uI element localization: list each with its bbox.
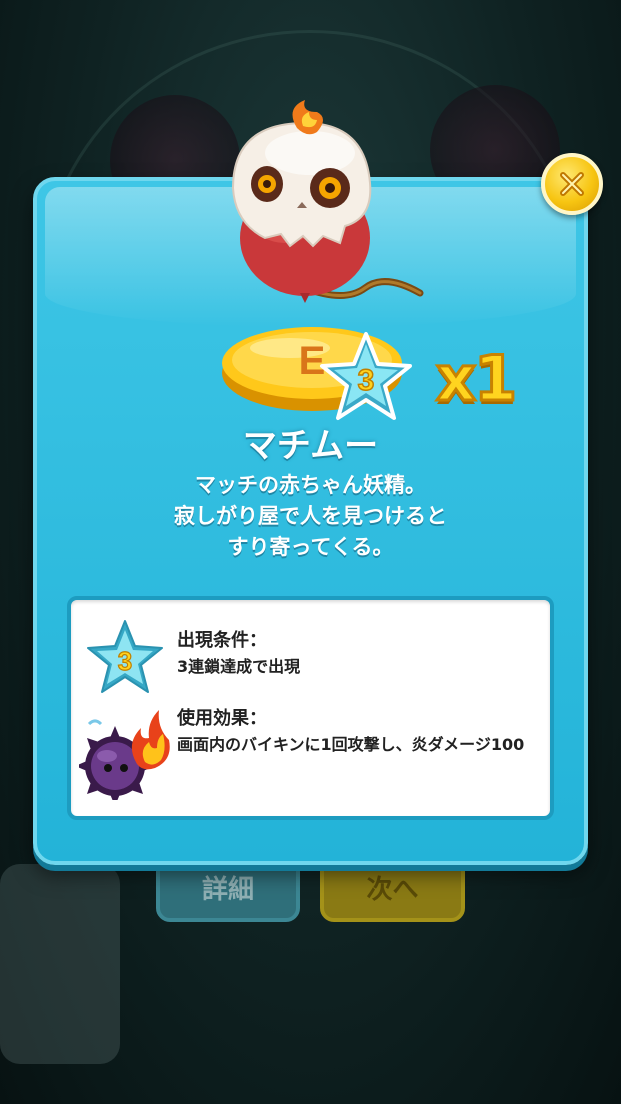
- info-box: 3 出現条件： 3連鎖達成で出現 使用効果： 画面内のバイキンに1回攻撃し、炎ダ…: [67, 596, 554, 820]
- description-line: すり寄ってくる。: [227, 535, 394, 559]
- appear-condition-text: 3連鎖達成で出現: [177, 657, 301, 676]
- background-tube: [0, 864, 120, 1064]
- effect-text: 画面内のバイキンに1回攻撃し、炎ダメージ100: [177, 735, 525, 754]
- condition-star-number: 3: [118, 646, 132, 676]
- character-name: マチムー: [242, 426, 379, 466]
- close-button[interactable]: [541, 153, 603, 215]
- effect-label: 使用効果：: [177, 708, 267, 729]
- character-description: マッチの赤ちゃん妖精。 寂しがり屋で人を見つけると すり寄ってくる。: [33, 470, 588, 563]
- count-label: x1: [435, 341, 519, 417]
- rank-star-icon: 3: [320, 332, 412, 420]
- germ-fire-icon: [79, 710, 170, 800]
- rank-number: 3: [358, 364, 375, 397]
- appear-condition-label: 出現条件：: [177, 630, 267, 651]
- close-icon: [560, 172, 584, 196]
- description-line: 寂しがり屋で人を見つけると: [174, 504, 447, 528]
- character-machimu-icon: [231, 100, 424, 303]
- condition-star-icon: 3: [87, 620, 163, 693]
- description-line: マッチの赤ちゃん妖精。: [195, 473, 426, 497]
